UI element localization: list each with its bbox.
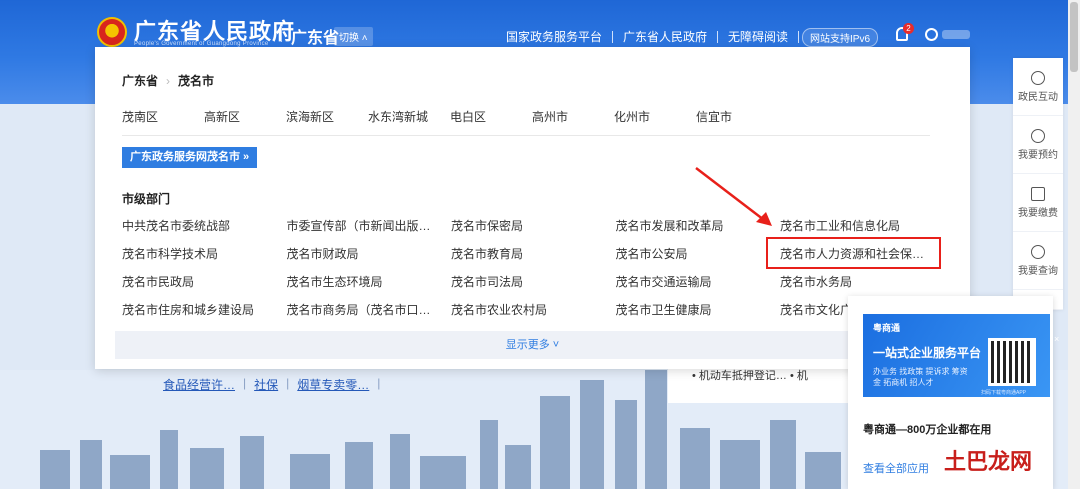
department-item[interactable]: 茂名市住房和城乡建设局 [122, 301, 287, 316]
username-redacted[interactable] [942, 30, 970, 39]
search-icon [1031, 244, 1045, 259]
scrollbar-thumb[interactable] [1070, 2, 1078, 72]
department-item[interactable]: 茂名市农业农村局 [451, 301, 616, 316]
view-all-apps-link[interactable]: 查看全部应用 [863, 460, 929, 476]
clock-icon [1031, 128, 1045, 143]
department-item[interactable]: 中共茂名市委统战部 [122, 217, 287, 232]
ad-logo: 粤商通 [873, 323, 901, 333]
department-item[interactable]: 茂名市财政局 [287, 245, 452, 260]
district-item[interactable]: 高新区 [204, 108, 286, 125]
national-emblem-icon [97, 17, 127, 47]
department-item[interactable]: 茂名市交通运输局 [616, 273, 781, 288]
breadcrumb-city: 茂名市 [178, 74, 215, 88]
qr-caption: 扫码下载粤商通APP [981, 390, 1027, 396]
portal-button[interactable]: 广东政务服务网茂名市 » [122, 147, 258, 168]
section-title: 市级部门 [122, 192, 171, 206]
district-item[interactable]: 高州市 [532, 108, 614, 125]
department-item[interactable]: 茂名市发展和改革局 [616, 217, 781, 232]
quick-links: 食品经营许… | 社保 | 烟草专卖零… | [163, 376, 381, 393]
page-scrollbar[interactable] [1068, 0, 1080, 489]
sidebar-item-label: 我要查询 [1018, 265, 1058, 277]
switch-label: 切换 [339, 33, 359, 44]
watermark-logo: 土巴龙网 [944, 449, 1033, 475]
department-item[interactable]: 茂名市科学技术局 [122, 245, 287, 260]
sidebar-item-label: 我要缴费 [1018, 207, 1058, 219]
sidebar-item-appointment[interactable]: 我要预约 [1013, 116, 1063, 174]
show-more-button[interactable]: 显示更多 ˅ [115, 331, 950, 359]
department-item[interactable]: 茂名市商务局（茂名市口… [287, 301, 452, 316]
qr-code-icon [988, 338, 1036, 386]
region-switch-button[interactable]: 切换 ˄ [334, 27, 373, 46]
breadcrumb: 广东省 › 茂名市 [122, 72, 215, 89]
show-more-label: 显示更多 [505, 339, 550, 351]
department-item[interactable]: 茂名市生态环境局 [287, 273, 452, 288]
ad-text: 粤商通—800万企业都在用 [863, 424, 992, 436]
sidebar-item-interaction[interactable]: 政民互动 [1013, 58, 1063, 116]
ad-tags: 办业务 找政策 提诉求 筹资金 拓商机 招人才 [873, 367, 968, 387]
ad-banner[interactable]: 粤商通 一站式企业服务平台 办业务 找政策 提诉求 筹资金 拓商机 招人才 扫码… [863, 314, 1059, 397]
highlight-box [766, 237, 941, 269]
close-icon[interactable]: × [1054, 334, 1059, 344]
current-region: 广东省 [291, 30, 340, 47]
link-accessibility[interactable]: 无障碍阅读 [728, 28, 788, 45]
link-food-license[interactable]: 食品经营许… [163, 376, 235, 393]
sidebar-item-label: 政民互动 [1018, 91, 1058, 103]
district-list: 茂南区 高新区 滨海新区 水东湾新城 电白区 高州市 化州市 信宜市 [122, 108, 778, 125]
sidebar-item-payment[interactable]: 我要缴费 [1013, 174, 1063, 232]
ipv6-badge: 网站支持IPv6 [802, 28, 879, 47]
chat-icon [1031, 70, 1045, 85]
service-list-item[interactable]: • 机动车抵押登记… • 机 [668, 365, 848, 403]
link-social-security[interactable]: 社保 [254, 376, 278, 393]
district-item[interactable]: 电白区 [450, 108, 532, 125]
department-item[interactable]: 茂名市教育局 [451, 245, 616, 260]
department-item[interactable]: 市委宣传部（市新闻出版… [287, 217, 452, 232]
department-item[interactable]: 茂名市工业和信息化局 [780, 217, 945, 232]
sidebar-item-label: 我要预约 [1018, 149, 1058, 161]
department-item[interactable]: 茂名市司法局 [451, 273, 616, 288]
divider [122, 135, 930, 136]
district-item[interactable]: 滨海新区 [286, 108, 368, 125]
right-float-sidebar: 政民互动 我要预约 我要缴费 我要查询 [1013, 58, 1063, 310]
district-item[interactable]: 化州市 [614, 108, 696, 125]
ad-headline: 一站式企业服务平台 [873, 346, 982, 360]
department-item[interactable]: 茂名市水务局 [780, 273, 945, 288]
department-item[interactable]: 茂名市民政局 [122, 273, 287, 288]
district-item[interactable]: 茂南区 [122, 108, 204, 125]
top-links: 国家政务服务平台 广东省人民政府 无障碍阅读 [506, 28, 809, 45]
user-icon[interactable] [925, 28, 938, 41]
link-national-platform[interactable]: 国家政务服务平台 [506, 28, 602, 45]
department-item[interactable]: 茂名市保密局 [451, 217, 616, 232]
link-provincial-government[interactable]: 广东省人民政府 [623, 28, 707, 45]
department-item[interactable]: 茂名市公安局 [616, 245, 781, 260]
sidebar-item-query[interactable]: 我要查询 [1013, 232, 1063, 290]
department-item[interactable]: 茂名市卫生健康局 [616, 301, 781, 316]
link-tobacco-retail[interactable]: 烟草专卖零… [297, 376, 369, 393]
breadcrumb-province[interactable]: 广东省 [122, 72, 158, 89]
region-dropdown-panel: 广东省 › 茂名市 茂南区 高新区 滨海新区 水东湾新城 电白区 高州市 化州市… [95, 47, 970, 369]
notification-count: 2 [903, 23, 914, 34]
district-item[interactable]: 水东湾新城 [368, 108, 450, 125]
header-divider [281, 26, 282, 42]
payment-icon [1031, 186, 1045, 201]
district-item[interactable]: 信宜市 [696, 108, 778, 125]
